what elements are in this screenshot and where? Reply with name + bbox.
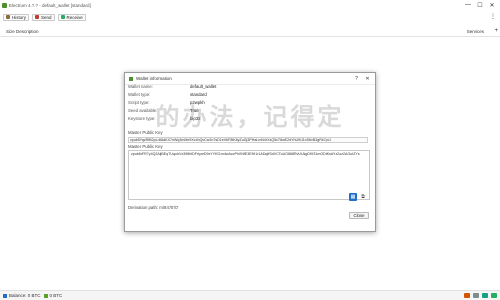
window-title: Electrum 4.?.? - default_wallet [standar… [9,2,91,8]
send-icon [35,15,40,19]
copy-icon[interactable]: ⧉ [359,193,367,201]
history-icon [6,15,10,19]
maximize-button[interactable]: ☐ [474,0,486,10]
list-header: Size Description Services + [0,27,500,37]
column-description[interactable]: Description [16,29,39,34]
add-column-icon[interactable]: + [494,28,498,34]
status-icons [461,291,497,300]
balance-status: Balance: 0 BTC [3,293,41,298]
dialog-title: Wallet information [136,76,172,81]
seed-available-value: True [190,108,199,113]
tab-history-label: History [12,14,27,20]
network-status: 0 BTC [43,293,63,298]
keystore-type-value: bip32 [190,116,201,121]
script-type-value: p2wpkh [190,100,205,105]
close-window-button[interactable]: ✕ [486,0,498,10]
wallet-name-value: default_wallet [190,84,217,89]
derivation-path: Derivation path: m/84'/0'/0' [128,205,179,210]
network-icon [43,293,48,298]
network-text: 0 BTC [49,293,63,298]
main-toolbar: History Send Receive [0,11,500,23]
overflow-menu-icon[interactable]: ⋮ [489,13,497,20]
tab-receive[interactable]: Receive [57,13,86,21]
qr-code-icon[interactable]: ▦ [349,193,357,201]
dialog-controls: ? ✕ [351,73,373,84]
wallet-type-value: standard [190,92,207,97]
dialog-close-button[interactable]: ✕ [362,73,373,84]
address-heading: Master Public Key [128,130,163,135]
preferences-icon[interactable] [473,293,479,298]
minimize-button[interactable]: — [462,0,474,10]
receive-icon [60,15,65,19]
tab-send-label: Send [41,14,52,20]
window-titlebar: Electrum 4.?.? - default_wallet [standar… [0,0,500,10]
window-controls: — ☐ ✕ [462,0,498,10]
tab-receive-label: Receive [66,14,83,20]
balance-icon [3,293,7,298]
seed-icon[interactable] [482,293,488,298]
keystore-type-label: Keystore type: [128,116,156,121]
master-public-key-textarea[interactable]: zpub6rFR7y4Q2AijBEqTUquhVz398htDFrtymD9x… [128,150,370,200]
connection-icon[interactable] [491,293,497,298]
textarea-heading: Master Public Key [128,144,163,149]
dialog-app-icon [129,76,133,81]
tab-send[interactable]: Send [32,13,55,21]
wallet-name-label: Wallet name: [128,84,153,89]
seed-available-label: Seed available: [128,108,158,113]
lock-icon[interactable] [464,293,470,298]
column-services[interactable]: Services [467,29,484,34]
script-type-label: Script type: [128,100,150,105]
status-bar: Balance: 0 BTC 0 BTC [0,290,500,300]
balance-text: Balance: 0 BTC [9,293,41,298]
textarea-buttons: ▦ ⧉ [349,193,367,201]
dialog-titlebar: Wallet information ? ✕ [125,73,375,85]
address-field[interactable]: vpub5YqzRtB2pLr8AdKX7nWq3mMe9Xc4hQvCw2n7… [128,137,368,143]
close-dialog-button[interactable]: Close [349,212,369,219]
electrum-app-icon [2,2,7,8]
dialog-help-button[interactable]: ? [351,73,362,84]
wallet-type-label: Wallet type: [128,92,151,97]
tab-history[interactable]: History [3,13,30,21]
column-size[interactable]: Size [6,29,15,34]
